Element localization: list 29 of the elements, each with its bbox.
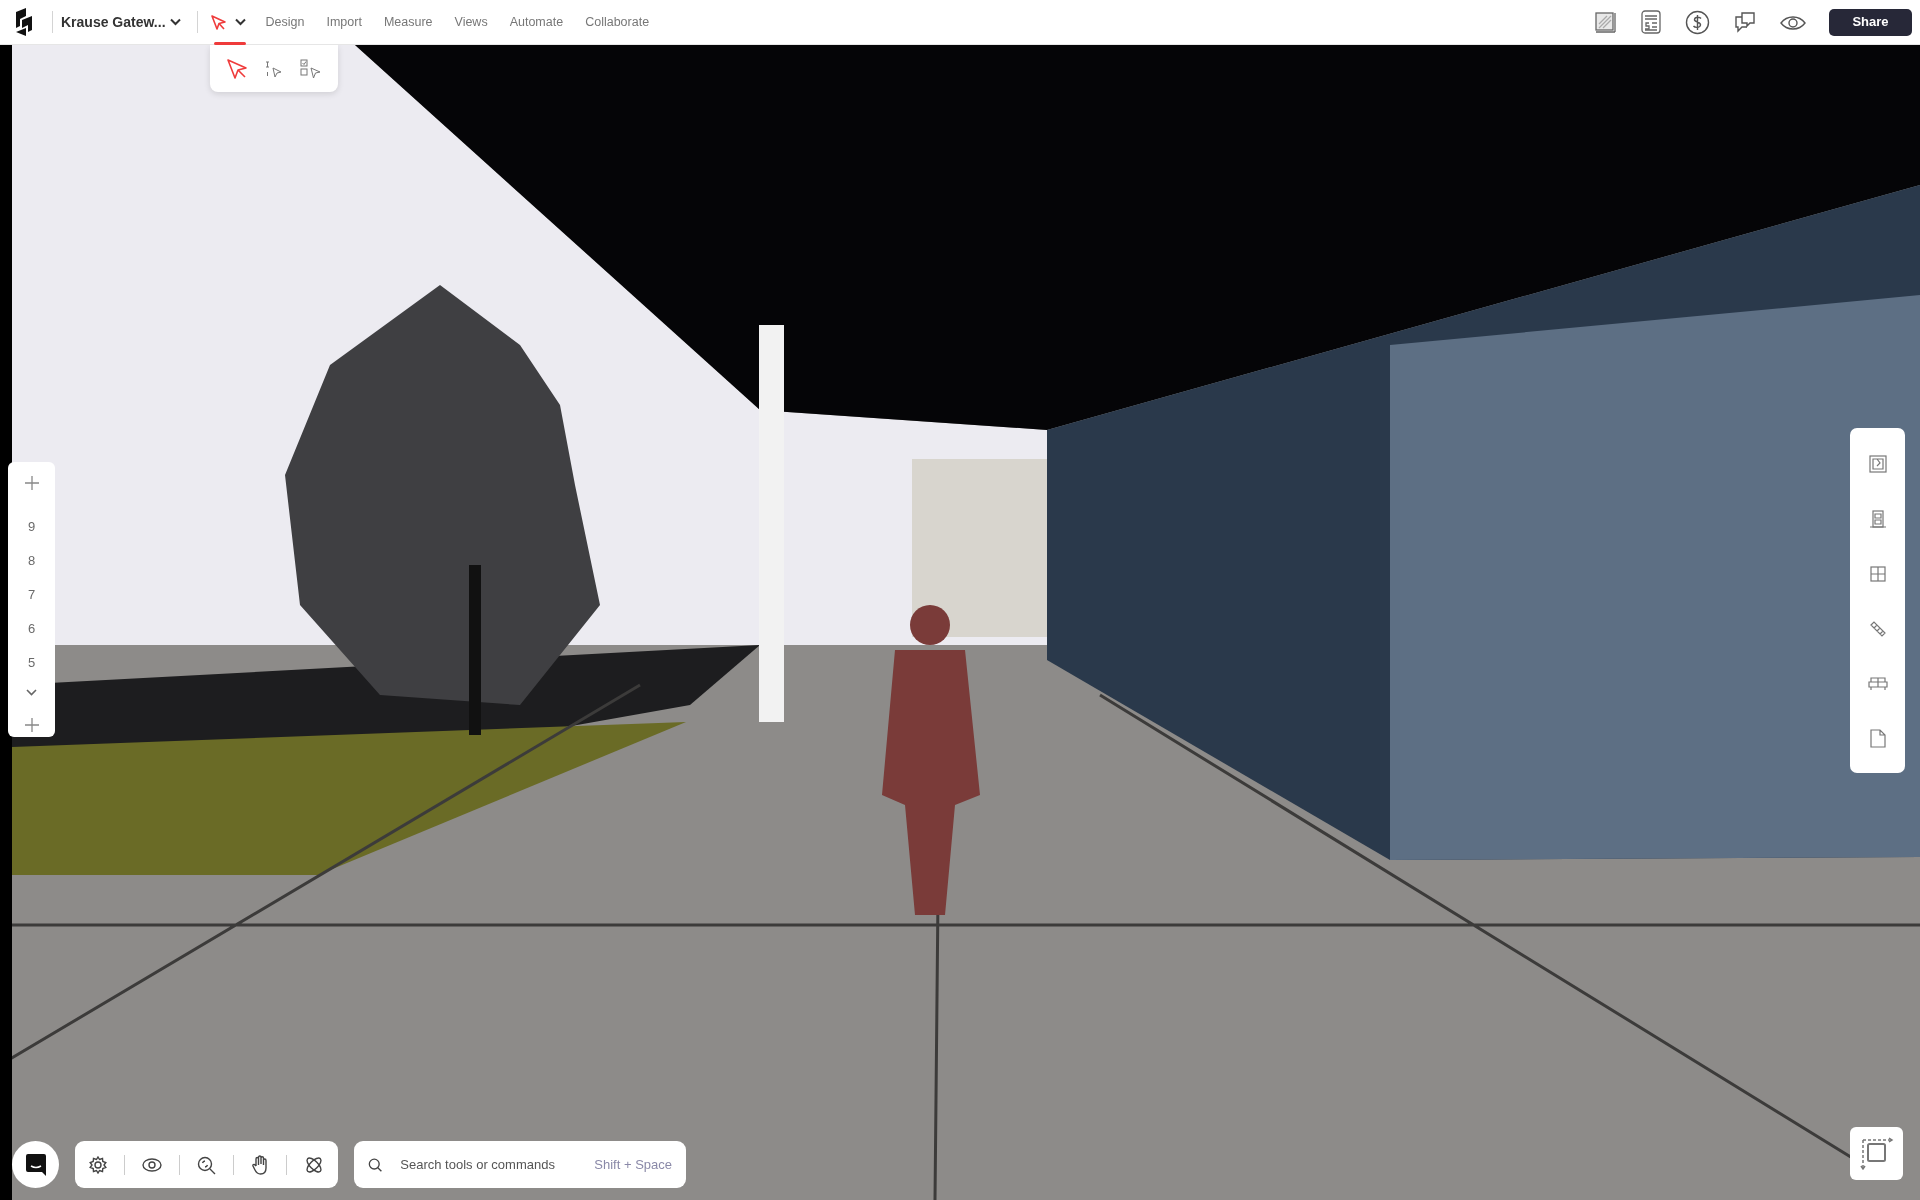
storey-number[interactable]: 9 xyxy=(8,510,55,544)
frame-tool-button[interactable] xyxy=(1850,1127,1903,1180)
menu-tab[interactable]: Measure xyxy=(383,12,433,32)
project-menu[interactable]: Krause Gatew... xyxy=(61,11,181,33)
storey-number[interactable]: 5 xyxy=(8,646,55,680)
hand-icon[interactable] xyxy=(251,1152,269,1177)
comments-icon[interactable] xyxy=(1733,9,1757,35)
cursor-icon xyxy=(209,13,227,31)
storey-number[interactable]: 6 xyxy=(8,612,55,646)
chevron-down-icon xyxy=(234,18,246,26)
menu-tab[interactable]: Views xyxy=(454,12,488,32)
share-button[interactable]: Share xyxy=(1829,8,1912,36)
multi-select-icon[interactable] xyxy=(300,56,322,81)
select-tool-icon[interactable] xyxy=(226,56,248,81)
chat-icon xyxy=(24,1152,47,1177)
dollar-icon[interactable] xyxy=(1685,9,1710,35)
chevron-down-icon xyxy=(169,18,181,26)
storey-number[interactable]: 8 xyxy=(8,544,55,578)
menu-tab[interactable]: Import xyxy=(326,12,362,32)
cost-sheet-icon[interactable] xyxy=(1640,9,1662,35)
menu-tab[interactable]: Design xyxy=(265,12,305,32)
search-icon xyxy=(368,1156,383,1173)
menu-tab[interactable]: Collaborate xyxy=(585,12,650,32)
storey-number[interactable]: 7 xyxy=(8,578,55,612)
frame-icon xyxy=(1858,1135,1895,1172)
search-field[interactable]: Search tools or commands xyxy=(398,1153,579,1176)
shortcut-hint: Shift + Space xyxy=(594,1155,672,1174)
menu-tab[interactable]: Automate xyxy=(509,12,564,32)
area-icon[interactable] xyxy=(1593,9,1617,35)
